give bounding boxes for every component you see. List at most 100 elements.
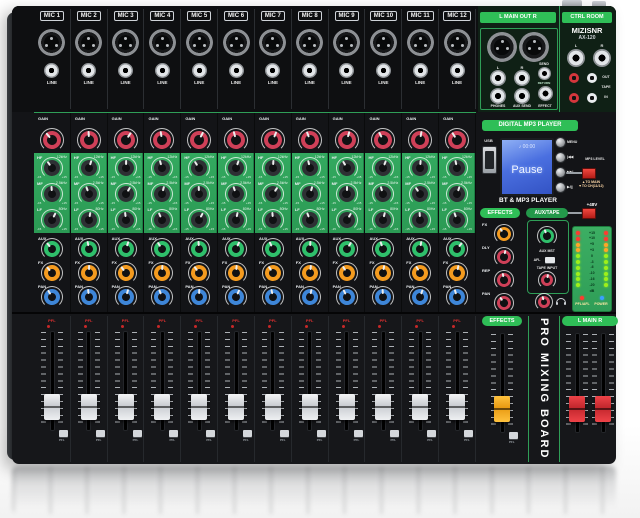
line-input-jack[interactable] [81, 63, 96, 78]
mp3-button-3[interactable] [556, 168, 565, 177]
xlr-input-jack[interactable] [296, 29, 323, 56]
ctrl-room-l-jack[interactable] [567, 49, 585, 67]
eq-hf-knob[interactable] [336, 157, 358, 179]
channel-fader[interactable] [412, 394, 428, 420]
pfl-button[interactable] [390, 430, 399, 437]
pan-knob[interactable] [191, 289, 208, 306]
aux-knob[interactable] [79, 240, 98, 259]
phones-level-knob[interactable] [537, 295, 552, 310]
main-fader-right[interactable] [595, 396, 611, 422]
main-out-xlr-right[interactable] [519, 32, 549, 62]
xlr-input-jack[interactable] [112, 29, 139, 56]
eq-lf-knob[interactable] [41, 209, 63, 231]
channel-fader[interactable] [228, 394, 244, 420]
fx-knob[interactable] [301, 264, 319, 282]
effect-return-jack[interactable] [538, 86, 553, 101]
fx-knob[interactable] [336, 262, 358, 284]
afl-button[interactable] [545, 257, 555, 263]
eq-lf-knob[interactable] [412, 212, 429, 229]
tape-out-l-rca[interactable] [569, 73, 579, 83]
xlr-input-jack[interactable] [38, 29, 65, 56]
xlr-input-jack[interactable] [149, 29, 176, 56]
fx-knob[interactable] [262, 262, 284, 284]
xlr-input-jack[interactable] [75, 29, 102, 56]
channel-fader[interactable] [118, 394, 134, 420]
eq-mf-knob[interactable] [447, 184, 467, 204]
mp3-button-1[interactable] [556, 138, 565, 147]
effects-fx-knob[interactable] [494, 224, 513, 243]
effects-dly-knob[interactable] [496, 249, 513, 266]
pan-knob[interactable] [263, 288, 282, 307]
aux-knob[interactable] [411, 240, 430, 259]
aux-send-jack[interactable] [514, 88, 530, 104]
pfl-button[interactable] [169, 430, 178, 437]
main-out-xlr-left[interactable] [487, 32, 517, 62]
pan-knob[interactable] [41, 286, 63, 308]
eq-hf-knob[interactable] [448, 159, 467, 178]
aux-knob[interactable] [41, 238, 64, 261]
pfl-button[interactable] [243, 430, 252, 437]
main-fader-left[interactable] [569, 396, 585, 422]
pan-knob[interactable] [226, 286, 247, 307]
eq-hf-knob[interactable] [153, 158, 173, 178]
gain-knob[interactable] [261, 128, 284, 151]
line-input-jack[interactable] [265, 63, 280, 78]
xlr-input-jack[interactable] [370, 29, 397, 56]
aux-master-knob[interactable] [538, 227, 556, 245]
aux-knob[interactable] [301, 241, 318, 258]
pan-knob[interactable] [152, 287, 173, 308]
eq-lf-knob[interactable] [264, 211, 281, 228]
effects-fader[interactable] [494, 396, 510, 422]
eq-lf-knob[interactable] [152, 209, 173, 230]
pfl-button[interactable] [206, 430, 215, 437]
eq-hf-knob[interactable] [265, 160, 282, 177]
eq-hf-knob[interactable] [412, 159, 429, 176]
channel-fader[interactable] [302, 394, 318, 420]
pfl-button[interactable] [133, 430, 142, 437]
effects-pan-knob[interactable] [494, 293, 513, 312]
pfl-button[interactable] [280, 430, 289, 437]
main-r-jack[interactable] [514, 70, 530, 86]
eq-lf-knob[interactable] [374, 210, 393, 229]
fx-knob[interactable] [448, 264, 467, 283]
gain-knob[interactable] [39, 127, 64, 152]
line-input-jack[interactable] [339, 63, 354, 78]
aux-knob[interactable] [191, 240, 208, 257]
eq-mf-knob[interactable] [78, 184, 99, 205]
aux-knob[interactable] [446, 238, 469, 261]
send-jack[interactable] [538, 67, 551, 80]
gain-knob[interactable] [410, 130, 431, 151]
channel-fader[interactable] [154, 394, 170, 420]
gain-knob[interactable] [298, 128, 321, 151]
pan-knob[interactable] [300, 288, 319, 307]
pfl-button[interactable] [354, 430, 363, 437]
eq-mf-knob[interactable] [226, 184, 246, 204]
tape-input-knob[interactable] [540, 273, 554, 287]
pan-knob[interactable] [410, 287, 431, 308]
eq-lf-knob[interactable] [117, 211, 135, 229]
channel-fader[interactable] [44, 394, 60, 420]
pan-knob[interactable] [116, 287, 136, 307]
line-input-jack[interactable] [376, 63, 391, 78]
effects-rep-knob[interactable] [496, 272, 512, 288]
eq-hf-knob[interactable] [300, 158, 319, 177]
phantom-switch[interactable] [582, 208, 596, 219]
fx-knob[interactable] [81, 265, 97, 281]
line-input-jack[interactable] [155, 63, 170, 78]
gain-knob[interactable] [79, 131, 98, 150]
line-input-jack[interactable] [229, 63, 244, 78]
pfl-button[interactable] [427, 430, 436, 437]
eq-hf-knob[interactable] [226, 158, 247, 179]
phones-jack[interactable] [490, 88, 506, 104]
fx-knob[interactable] [227, 264, 244, 281]
gain-knob[interactable] [225, 129, 247, 151]
mp3-button-2[interactable] [556, 153, 565, 162]
aux-knob[interactable] [151, 238, 173, 260]
eq-mf-knob[interactable] [262, 183, 284, 205]
xlr-input-jack[interactable] [223, 29, 250, 56]
channel-fader[interactable] [191, 394, 207, 420]
gain-knob[interactable] [335, 129, 357, 151]
xlr-input-jack[interactable] [407, 29, 434, 56]
aux-knob[interactable] [373, 239, 393, 259]
pan-knob[interactable] [375, 289, 392, 306]
